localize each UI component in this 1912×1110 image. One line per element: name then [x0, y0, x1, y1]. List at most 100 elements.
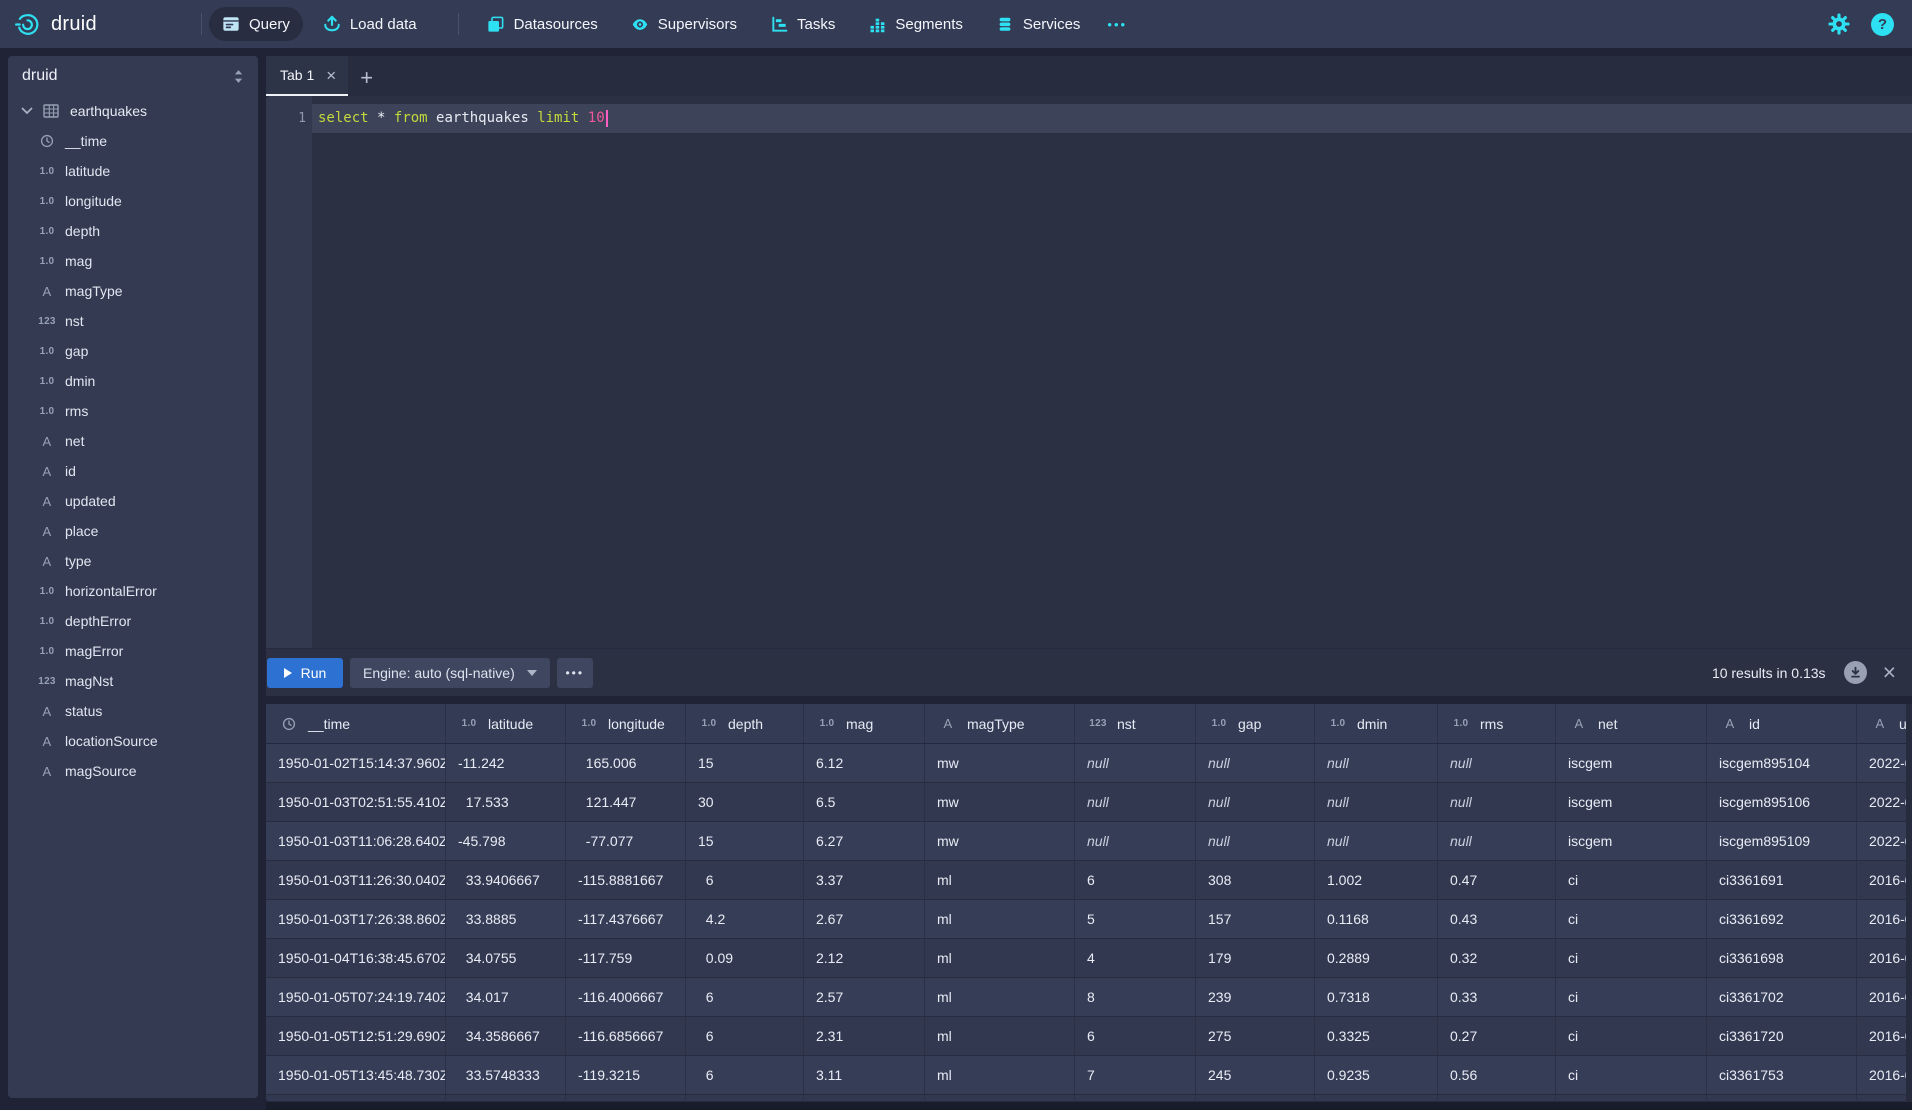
column-header-rms[interactable]: 1.0rms: [1438, 704, 1556, 743]
engine-selector[interactable]: Engine: auto (sql-native): [350, 658, 550, 688]
table-cell[interactable]: 121.447: [566, 783, 686, 821]
table-cell[interactable]: 2.57: [804, 978, 925, 1016]
table-cell[interactable]: 33.5748333: [446, 1056, 566, 1094]
table-cell[interactable]: ml: [925, 1017, 1075, 1055]
table-cell[interactable]: null: [1196, 822, 1315, 860]
table-cell[interactable]: 34.3586667: [446, 1017, 566, 1055]
table-cell[interactable]: 34.017: [446, 978, 566, 1016]
table-cell[interactable]: ci3361753: [1707, 1056, 1857, 1094]
sidebar-column-gap[interactable]: 1.0gap: [8, 336, 258, 366]
vertical-scrollbar[interactable]: [1906, 704, 1912, 1102]
table-cell[interactable]: ci3361720: [1707, 1017, 1857, 1055]
table-cell[interactable]: 0.32: [1438, 939, 1556, 977]
nav-item-services[interactable]: Services: [983, 7, 1094, 41]
column-header-dmin[interactable]: 1.0dmin: [1315, 704, 1438, 743]
table-cell[interactable]: 6.12: [804, 744, 925, 782]
column-header-id[interactable]: Aid: [1707, 704, 1857, 743]
sidebar-column-mag[interactable]: 1.0mag: [8, 246, 258, 276]
table-cell[interactable]: 7: [1075, 1056, 1196, 1094]
table-cell[interactable]: 1950-01-05T13:45:48.730Z: [266, 1056, 446, 1094]
table-cell[interactable]: 34.0755: [446, 939, 566, 977]
table-cell[interactable]: -77.077: [566, 822, 686, 860]
table-cell[interactable]: 30: [686, 783, 804, 821]
sidebar-column-latitude[interactable]: 1.0latitude: [8, 156, 258, 186]
table-cell[interactable]: null: [1075, 783, 1196, 821]
column-header-depth[interactable]: 1.0depth: [686, 704, 804, 743]
table-cell[interactable]: 239: [1196, 978, 1315, 1016]
sidebar-column-type[interactable]: Atype: [8, 546, 258, 576]
table-cell[interactable]: ml: [925, 939, 1075, 977]
sidebar-column-net[interactable]: Anet: [8, 426, 258, 456]
column-header-nst[interactable]: 123nst: [1075, 704, 1196, 743]
table-cell[interactable]: iscgem895104: [1707, 744, 1857, 782]
table-cell[interactable]: -117.4376667: [566, 900, 686, 938]
table-cell[interactable]: 2016-0: [1857, 861, 1912, 899]
table-cell[interactable]: 308: [1196, 861, 1315, 899]
table-cell[interactable]: 1950-01-03T02:51:55.410Z: [266, 783, 446, 821]
tab-1[interactable]: Tab 1 ×: [266, 56, 348, 96]
table-cell[interactable]: 4.2: [686, 900, 804, 938]
table-cell[interactable]: ci: [1556, 1017, 1707, 1055]
table-cell[interactable]: iscgem: [1556, 822, 1707, 860]
add-tab-button[interactable]: +: [360, 67, 373, 89]
help-icon[interactable]: ?: [1871, 13, 1894, 36]
table-cell[interactable]: ml: [925, 1056, 1075, 1094]
table-cell[interactable]: 15: [686, 822, 804, 860]
table-cell[interactable]: 0.43: [1438, 900, 1556, 938]
table-cell[interactable]: 6: [1075, 861, 1196, 899]
column-header-magtype[interactable]: AmagType: [925, 704, 1075, 743]
table-cell[interactable]: 0.56: [1438, 1056, 1556, 1094]
table-cell[interactable]: ml: [925, 861, 1075, 899]
column-header-updated[interactable]: Aupdated: [1857, 704, 1912, 743]
table-cell[interactable]: 6: [686, 861, 804, 899]
table-cell[interactable]: null: [1196, 783, 1315, 821]
table-cell[interactable]: ml: [925, 978, 1075, 1016]
sql-editor[interactable]: 1 select * from earthquakes limit 10: [266, 96, 1912, 648]
table-cell[interactable]: iscgem895106: [1707, 783, 1857, 821]
column-header-gap[interactable]: 1.0gap: [1196, 704, 1315, 743]
table-cell[interactable]: 1950-01-04T16:38:45.670Z: [266, 939, 446, 977]
table-cell[interactable]: 1950-01-05T12:51:29.690Z: [266, 1017, 446, 1055]
close-icon[interactable]: ×: [326, 67, 336, 84]
table-cell[interactable]: ci3361691: [1707, 861, 1857, 899]
table-cell[interactable]: ci: [1556, 861, 1707, 899]
table-cell[interactable]: 6: [1075, 1017, 1196, 1055]
nav-item-query[interactable]: Query: [209, 7, 303, 41]
druid-logo[interactable]: druid: [14, 11, 97, 38]
gear-icon[interactable]: [1827, 12, 1851, 36]
table-cell[interactable]: null: [1438, 744, 1556, 782]
table-cell[interactable]: 0.33: [1438, 978, 1556, 1016]
table-cell[interactable]: 4: [1075, 939, 1196, 977]
horizontal-scrollbar[interactable]: [266, 1102, 1912, 1110]
table-cell[interactable]: ci: [1556, 939, 1707, 977]
table-cell[interactable]: 3.11: [804, 1056, 925, 1094]
table-cell[interactable]: -116.6856667: [566, 1017, 686, 1055]
nav-item-datasources[interactable]: Datasources: [474, 7, 611, 41]
sidebar-column-longitude[interactable]: 1.0longitude: [8, 186, 258, 216]
table-cell[interactable]: null: [1438, 822, 1556, 860]
sidebar-column-nst[interactable]: 123nst: [8, 306, 258, 336]
table-cell[interactable]: 2.12: [804, 939, 925, 977]
table-cell[interactable]: 275: [1196, 1017, 1315, 1055]
table-cell[interactable]: 5: [1075, 900, 1196, 938]
column-header-mag[interactable]: 1.0mag: [804, 704, 925, 743]
table-cell[interactable]: -116.4006667: [566, 978, 686, 1016]
sidebar-column-magsource[interactable]: AmagSource: [8, 756, 258, 786]
sidebar-column-status[interactable]: Astatus: [8, 696, 258, 726]
sidebar-column-id[interactable]: Aid: [8, 456, 258, 486]
run-button[interactable]: Run: [267, 658, 343, 688]
nav-item-tasks[interactable]: Tasks: [757, 7, 848, 41]
table-cell[interactable]: 2016-0: [1857, 900, 1912, 938]
table-cell[interactable]: 2016-0: [1857, 1017, 1912, 1055]
table-cell[interactable]: 0.2889: [1315, 939, 1438, 977]
table-cell[interactable]: 6.5: [804, 783, 925, 821]
table-cell[interactable]: 1950-01-05T07:24:19.740Z: [266, 978, 446, 1016]
sidebar-column-locationsource[interactable]: AlocationSource: [8, 726, 258, 756]
table-cell[interactable]: 6: [686, 978, 804, 1016]
table-cell[interactable]: 0.47: [1438, 861, 1556, 899]
table-cell[interactable]: 2022-0: [1857, 822, 1912, 860]
table-cell[interactable]: 2016-0: [1857, 1056, 1912, 1094]
sidebar-column-magerror[interactable]: 1.0magError: [8, 636, 258, 666]
table-cell[interactable]: null: [1438, 783, 1556, 821]
table-cell[interactable]: 0.09: [686, 939, 804, 977]
